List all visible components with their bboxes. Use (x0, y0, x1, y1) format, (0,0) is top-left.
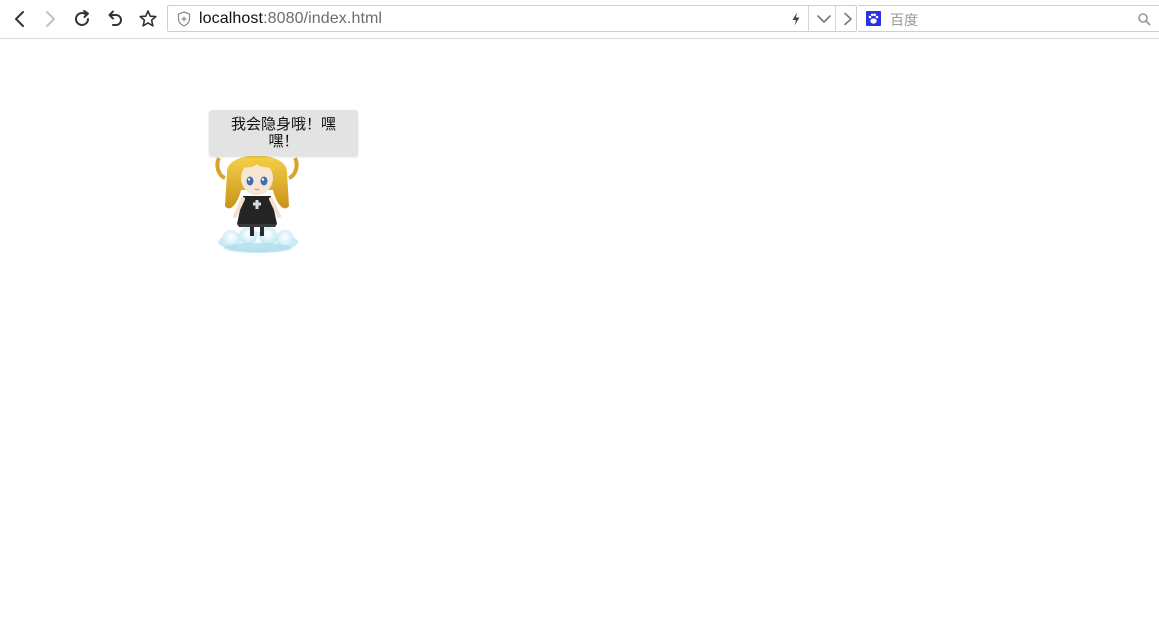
anime-girl-on-cloud-image[interactable] (213, 144, 303, 256)
back-button[interactable] (7, 6, 33, 32)
chevron-right-icon[interactable] (843, 12, 853, 26)
bookmark-button[interactable] (135, 6, 161, 32)
undo-icon (108, 10, 122, 26)
shield-icon (177, 11, 191, 27)
lightning-icon[interactable] (790, 12, 802, 26)
divider (835, 6, 836, 31)
url-path: :8080/index.html (263, 10, 383, 27)
chevron-left-icon (15, 11, 24, 27)
baidu-paw-icon[interactable] (866, 11, 881, 26)
reload-button[interactable] (69, 6, 95, 32)
mascot-widget[interactable]: 我会隐身哦！嘿嘿！ (209, 110, 359, 260)
url-text[interactable]: localhost:8080/index.html (199, 10, 382, 28)
search-bar[interactable]: 百度 (858, 5, 1159, 32)
magnifier-icon[interactable] (1137, 12, 1151, 26)
address-bar[interactable]: localhost:8080/index.html (167, 5, 857, 32)
url-host: localhost (199, 10, 264, 27)
divider (808, 6, 809, 31)
chevron-down-icon[interactable] (816, 14, 832, 24)
browser-toolbar: localhost:8080/index.html 百度 (0, 0, 1159, 39)
undo-button[interactable] (102, 6, 128, 32)
star-icon (139, 10, 157, 27)
reload-icon (75, 10, 89, 26)
speech-bubble: 我会隐身哦！嘿嘿！ (209, 110, 358, 156)
chevron-right-icon (46, 11, 55, 27)
search-input[interactable]: 百度 (890, 10, 918, 30)
forward-button[interactable] (37, 6, 63, 32)
